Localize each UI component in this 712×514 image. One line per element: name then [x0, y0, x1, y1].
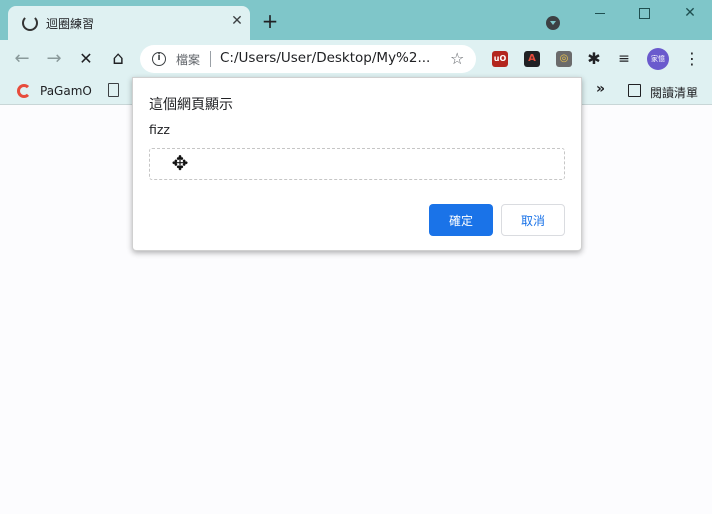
dialog-title: 這個網頁顯示	[149, 97, 233, 113]
tab-title: 迴圈練習	[46, 17, 95, 31]
address-bar[interactable]: i 檔案 C:/Users/User/Desktop/My%2... ☆	[140, 45, 476, 73]
adobe-extension-icon[interactable]: A	[524, 51, 540, 67]
page-icon[interactable]	[108, 83, 119, 97]
forward-arrow-icon[interactable]: →	[44, 49, 64, 69]
title-bar: 迴圈練習 ✕ + ✕	[0, 0, 712, 40]
ublock-extension-icon[interactable]: uO	[492, 51, 508, 67]
ok-button[interactable]: 確定	[429, 204, 493, 236]
tab-search-icon[interactable]	[546, 16, 560, 30]
profile-avatar[interactable]: 家憶	[647, 48, 669, 70]
bookmark-pagamo[interactable]: PaGamO	[40, 84, 92, 98]
maximize-button[interactable]	[634, 5, 654, 21]
browser-toolbar: ← → ✕ ⌂ i 檔案 C:/Users/User/Desktop/My%2.…	[0, 40, 712, 78]
more-bookmarks-icon[interactable]: »	[596, 81, 605, 97]
window-close-button[interactable]: ✕	[680, 5, 700, 21]
new-tab-button[interactable]: +	[260, 11, 280, 31]
stop-loading-icon[interactable]: ✕	[76, 49, 96, 69]
tab-active[interactable]: 迴圈練習 ✕	[8, 6, 250, 40]
minimize-button[interactable]	[590, 5, 610, 21]
reading-list-icon[interactable]	[628, 84, 641, 97]
kebab-menu-icon[interactable]: ⋮	[684, 49, 700, 69]
cancel-button[interactable]: 取消	[501, 204, 565, 236]
back-arrow-icon[interactable]: ←	[12, 49, 32, 69]
reading-list-label[interactable]: 閱讀清單	[650, 84, 698, 101]
info-icon[interactable]: i	[152, 52, 166, 66]
home-icon[interactable]: ⌂	[108, 49, 128, 69]
url-text[interactable]: C:/Users/User/Desktop/My%2...	[220, 50, 430, 66]
prompt-dialog: 這個網頁顯示 fizz ✥ 確定 取消	[132, 77, 582, 251]
bookmark-star-icon[interactable]: ☆	[450, 49, 464, 68]
move-cursor-icon: ✥	[171, 151, 189, 175]
prompt-input[interactable]	[149, 148, 565, 180]
dialog-message: fizz	[149, 122, 170, 137]
omnibox-divider	[210, 51, 211, 67]
file-scheme-label: 檔案	[176, 53, 201, 67]
media-playlist-icon[interactable]: ≡	[616, 51, 632, 67]
loading-spinner-icon	[22, 15, 38, 31]
extension-icon[interactable]: ◎	[556, 51, 572, 67]
puzzle-extensions-icon[interactable]: ✱	[586, 51, 602, 67]
tab-close-icon[interactable]: ✕	[228, 12, 246, 30]
pagamo-icon	[17, 84, 31, 98]
